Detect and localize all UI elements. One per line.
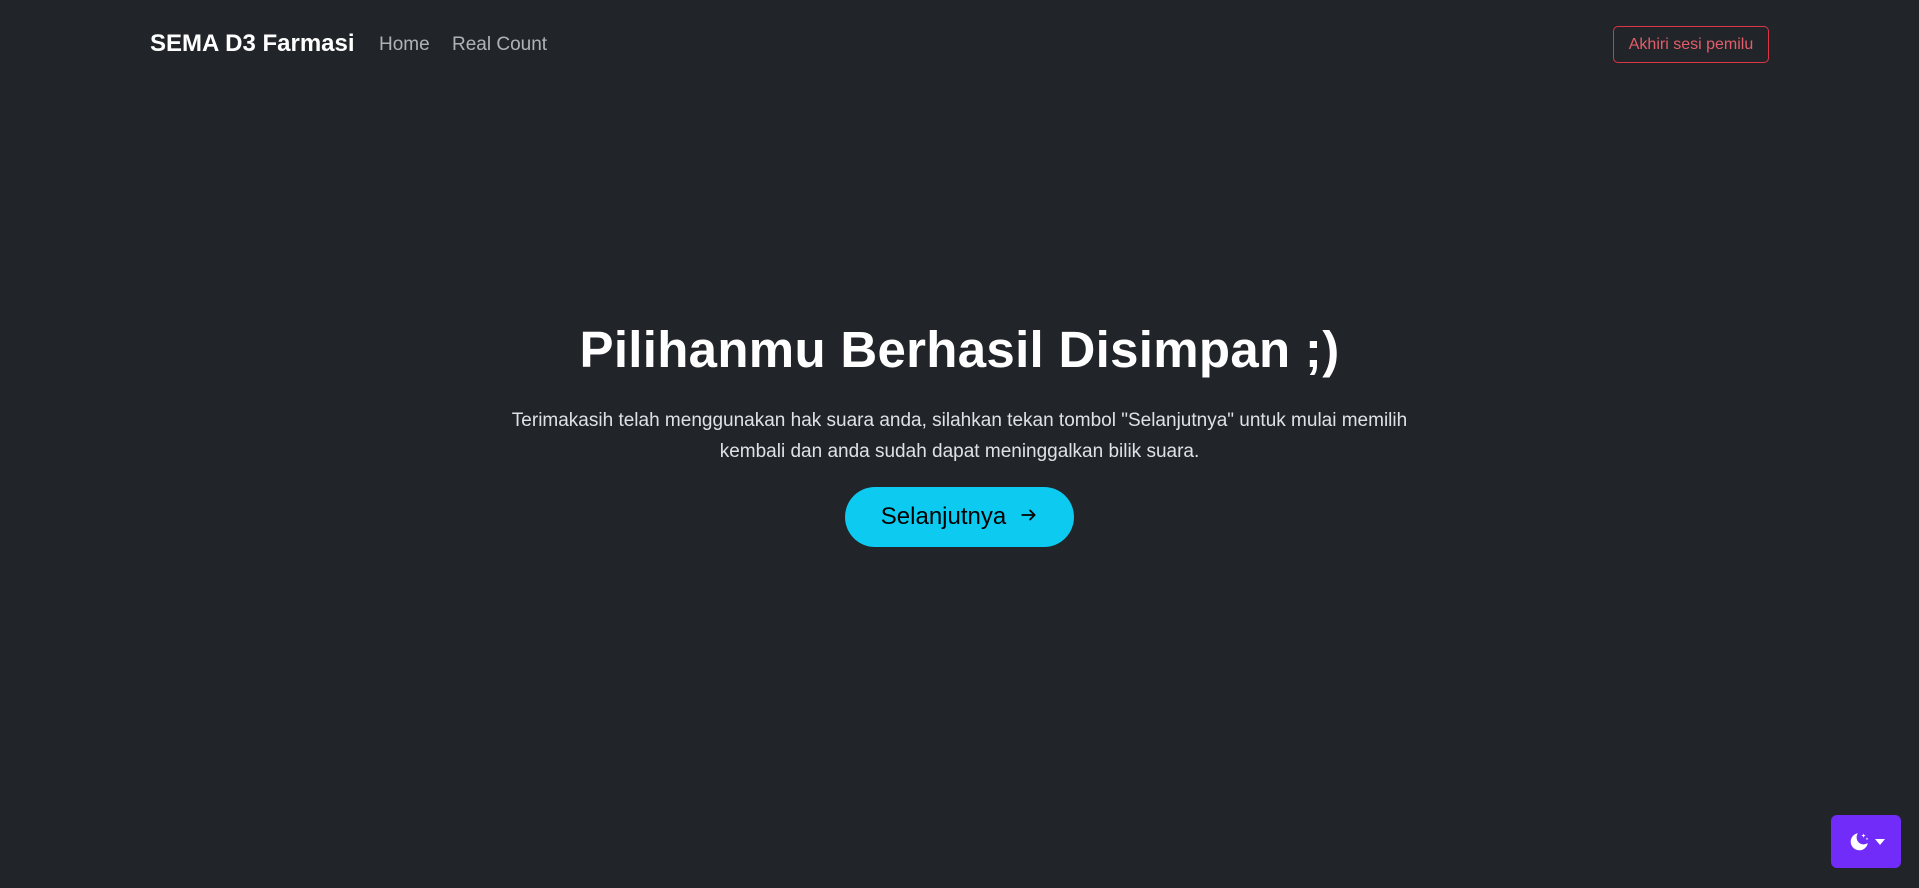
moon-stars-icon: [1847, 830, 1871, 854]
brand-link[interactable]: SEMA D3 Farmasi: [150, 30, 355, 58]
success-panel: Pilihanmu Berhasil Disimpan ;) Terimakas…: [0, 310, 1919, 547]
end-session-button[interactable]: Akhiri sesi pemilu: [1613, 26, 1769, 63]
next-button-label: Selanjutnya: [880, 503, 1007, 530]
nav-link-real-count[interactable]: Real Count: [452, 34, 547, 56]
next-button[interactable]: Selanjutnya: [845, 487, 1074, 547]
page-title: Pilihanmu Berhasil Disimpan ;): [579, 321, 1340, 378]
nav-link-home[interactable]: Home: [379, 34, 430, 56]
caret-down-icon: [1875, 838, 1885, 845]
success-message: Terimakasih telah menggunakan hak suara …: [511, 410, 1408, 462]
navbar: SEMA D3 Farmasi Home Real Count Akhiri s…: [0, 0, 1919, 92]
arrow-right-icon: [1020, 506, 1038, 528]
theme-toggle-button[interactable]: [1831, 815, 1901, 868]
end-session-label: Akhiri sesi pemilu: [1628, 35, 1754, 53]
